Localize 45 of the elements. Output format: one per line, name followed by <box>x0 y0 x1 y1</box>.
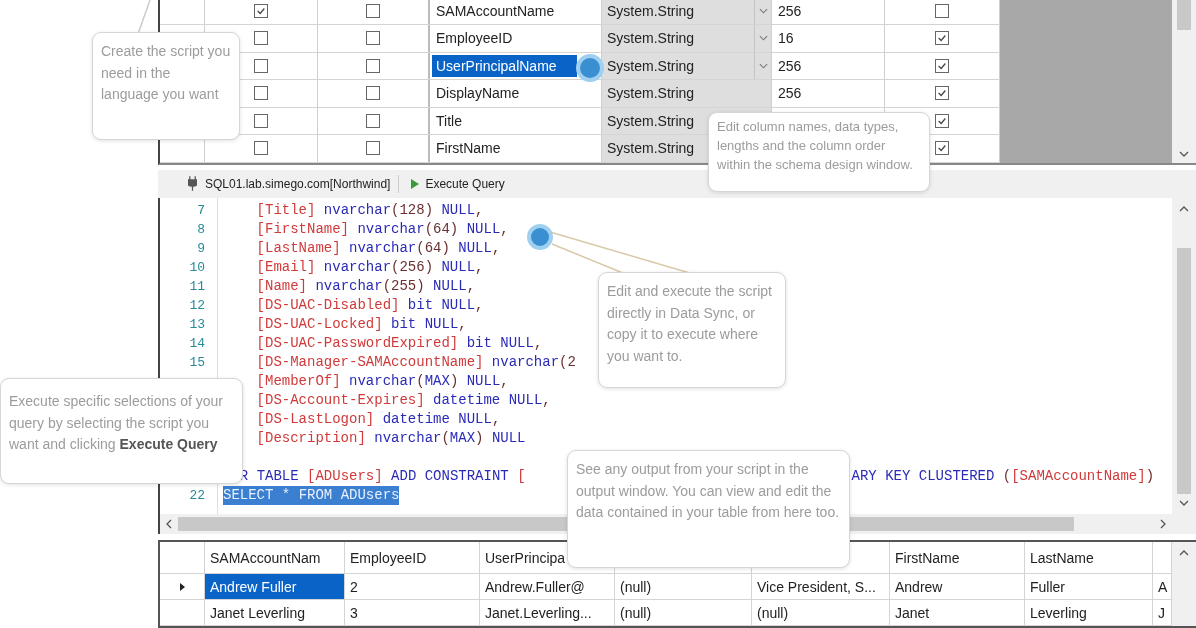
table-cell: Fuller <box>1030 578 1065 595</box>
callout-text: See any output from your script in the output window. You can view and edit the data contained in your table from here too. <box>576 460 841 522</box>
line-number: 11 <box>189 278 205 294</box>
line-number: 22 <box>189 487 205 503</box>
table-cell: Andrew.Fuller@ <box>485 578 585 595</box>
table-cell: Janet Leverling <box>210 604 305 621</box>
line-number: 14 <box>189 335 205 351</box>
code-line: [FirstName] nvarchar(64) NULL, <box>255 219 509 239</box>
code-line: ARY KEY CLUSTERED ([SAMAccountName]) <box>851 466 1155 486</box>
table-cell: A <box>1158 578 1168 595</box>
code-line: [Title] nvarchar(128) NULL, <box>255 200 484 220</box>
table-cell: (null) <box>620 604 652 621</box>
table-cell: (null) <box>757 604 789 621</box>
line-number: 12 <box>189 297 205 313</box>
table-cell: Andrew Fuller <box>210 578 297 595</box>
callout-text: Create the script you need in the language you want <box>101 42 231 104</box>
table-cell: Leverling <box>1030 604 1087 621</box>
callout-text: Edit and execute the script directly in Data Sync, or copy it to execute where you want to. <box>607 282 773 366</box>
line-number: 10 <box>189 259 205 275</box>
code-line: [DS-LastLogon] datetime NULL, <box>255 409 501 429</box>
table-cell: Vice President, S... <box>757 578 876 595</box>
table-cell: J <box>1158 604 1165 621</box>
line-number: 9 <box>197 240 205 256</box>
table-cell: Andrew <box>895 578 943 595</box>
code-line: [Description] nvarchar(MAX) NULL <box>255 428 526 448</box>
code-line: [MemberOf] nvarchar(MAX) NULL, <box>255 371 509 391</box>
connection-label: SQL01.lab.simego.com[Northwind] <box>205 176 391 191</box>
code-line: [Email] nvarchar(256) NULL, <box>255 257 484 277</box>
code-line: [DS-UAC-Locked] bit NULL, <box>255 314 467 334</box>
line-number: 15 <box>189 354 205 370</box>
table-cell: Janet.Leverling... <box>485 604 592 621</box>
code-line: [DS-Account-Expires] datetime NULL, <box>255 390 551 410</box>
line-number: 13 <box>189 316 205 332</box>
line-number: 8 <box>197 221 205 237</box>
line-number: 7 <box>197 202 205 218</box>
code-line: [DS-UAC-PasswordExpired] bit NULL, <box>255 333 543 353</box>
table-cell: 2 <box>350 578 358 595</box>
table-cell: 3 <box>350 604 358 621</box>
code-line: [DS-UAC-Disabled] bit NULL, <box>255 295 484 315</box>
callout-text: Execute specific selections of your query by selecting the script you want and clicking Execute Query <box>9 392 224 454</box>
code-line: [DS-Manager-SAMAccountName] nvarchar(2 <box>255 352 576 372</box>
table-cell: (null) <box>620 578 652 595</box>
table-cell: Janet <box>895 604 930 621</box>
code-line: [LastName] nvarchar(64) NULL, <box>255 238 501 258</box>
code-line: [Name] nvarchar(255) NULL, <box>255 276 476 296</box>
